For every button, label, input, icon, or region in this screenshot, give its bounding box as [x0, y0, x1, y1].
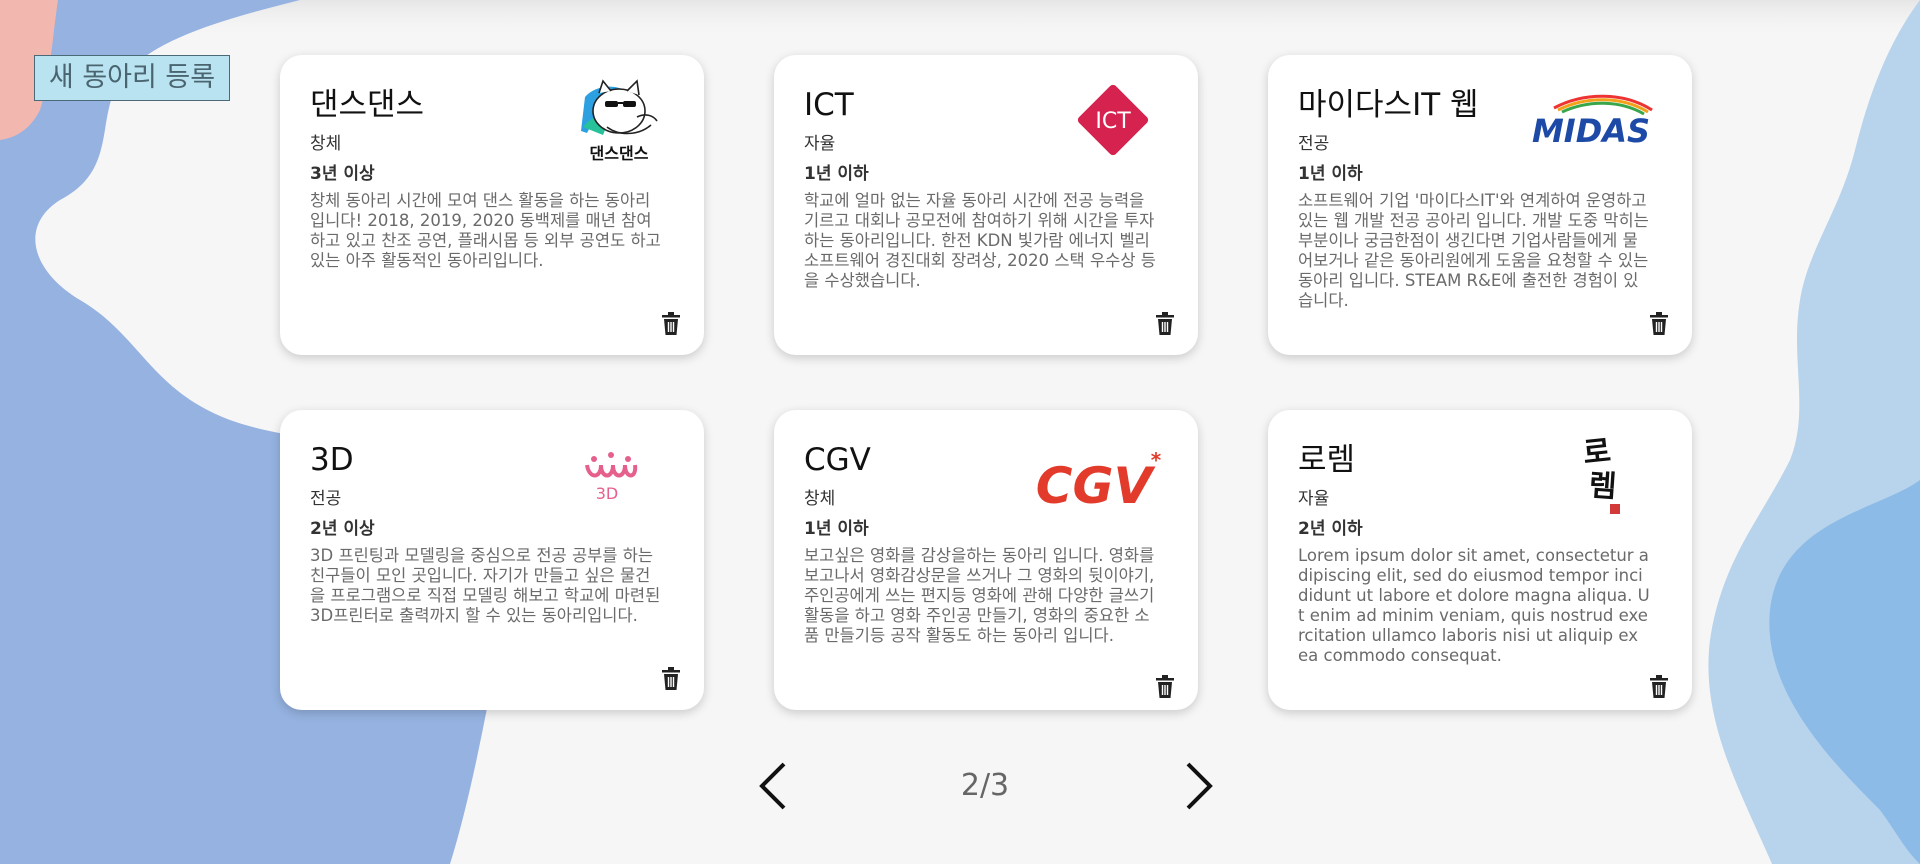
cgv-logo: CGV * — [1036, 448, 1162, 511]
trash-icon[interactable] — [1154, 674, 1176, 700]
svg-text:로: 로 — [1581, 434, 1612, 472]
club-card[interactable]: CGV 창체 1년 이하 보고싶은 영화를 감상을하는 동아리 입니다. 영화를… — [774, 410, 1198, 710]
club-logo: 3D — [576, 432, 646, 518]
logo-text: ICT — [1095, 109, 1131, 134]
club-logo: ICT — [1058, 77, 1168, 163]
logo-text: 3D — [596, 484, 619, 503]
svg-text:렘: 렘 — [1588, 468, 1618, 505]
lorem-calligraphy-logo: 로 렘 — [1581, 434, 1620, 514]
club-description: 보고싶은 영화를 감상을하는 동아리 입니다. 영화를 보고나서 영화감상문을 … — [804, 546, 1155, 645]
club-years: 3년 이상 — [310, 164, 375, 184]
ict-logo: ICT — [1077, 84, 1149, 156]
logo-text: 댄스댄스 — [590, 144, 649, 163]
chevron-right-icon[interactable] — [1178, 760, 1218, 812]
trash-icon[interactable] — [1648, 674, 1670, 700]
club-description: Lorem ipsum dolor sit amet, consectetur … — [1298, 546, 1650, 665]
club-description: 3D 프린팅과 모델링을 중심으로 전공 공부를 하는 친구들이 모인 곳입니다… — [310, 546, 661, 625]
club-card[interactable]: ICT 자율 1년 이하 학교에 얼마 없는 자율 동아리 시간에 전공 능력을… — [774, 55, 1198, 355]
logo-text: MIDAS — [1532, 112, 1650, 150]
midas-logo: MIDAS — [1532, 94, 1653, 150]
trash-icon[interactable] — [660, 311, 682, 337]
club-description: 소프트웨어 기업 '마이다스IT'와 연계하여 운영하고 있는 웹 개발 전공 … — [1298, 191, 1649, 310]
club-years: 1년 이하 — [804, 164, 869, 184]
club-years: 2년 이하 — [1298, 519, 1363, 539]
logo-text: CGV — [1036, 457, 1156, 511]
club-description: 창체 동아리 시간에 모여 댄스 활동을 하는 동아리입니다! 2018, 20… — [310, 191, 661, 270]
club-years: 1년 이하 — [1298, 164, 1363, 184]
club-years: 2년 이상 — [310, 519, 375, 539]
club-logo: CGV * — [1034, 436, 1168, 522]
register-club-button[interactable]: 새 동아리 등록 — [34, 55, 230, 101]
trash-icon[interactable] — [660, 666, 682, 692]
club-card[interactable]: 3D 전공 2년 이상 3D 프린팅과 모델링을 중심으로 전공 공부를 하는 … — [280, 410, 704, 710]
trash-icon[interactable] — [1154, 311, 1176, 337]
svg-text:*: * — [1151, 448, 1162, 472]
3d-logo: 3D — [585, 452, 638, 503]
trash-icon[interactable] — [1648, 311, 1670, 337]
page-indicator: 2/3 — [960, 768, 1010, 803]
club-card[interactable]: 로렘 자율 2년 이하 Lorem ipsum dolor sit amet, … — [1268, 410, 1692, 710]
club-logo: 댄스댄스 — [564, 77, 674, 163]
club-logo: 로 렘 — [1572, 426, 1632, 518]
club-card[interactable]: 마이다스IT 웹 전공 1년 이하 소프트웨어 기업 '마이다스IT'와 연계하… — [1268, 55, 1692, 355]
chevron-left-icon[interactable] — [754, 760, 794, 812]
club-logo: MIDAS — [1524, 77, 1658, 163]
dance-cat-logo: 댄스댄스 — [581, 79, 658, 163]
club-description: 학교에 얼마 없는 자율 동아리 시간에 전공 능력을 기르고 대회나 공모전에… — [804, 191, 1156, 290]
club-card[interactable]: 댄스댄스 창체 3년 이상 창체 동아리 시간에 모여 댄스 활동을 하는 동아… — [280, 55, 704, 355]
